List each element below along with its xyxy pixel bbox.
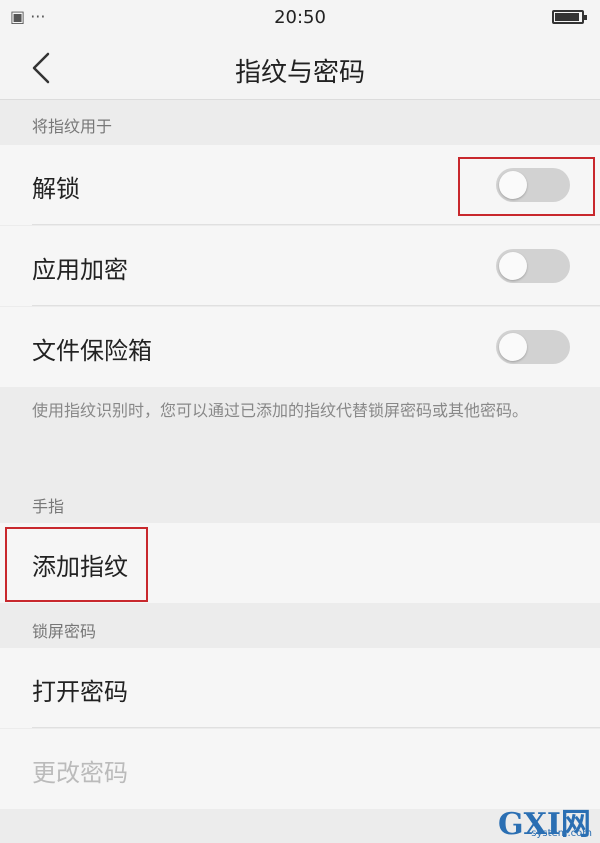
site-watermark: GXI网 system.com — [498, 799, 594, 842]
change-password-row: 更改密码 — [0, 729, 600, 809]
file-safe-toggle[interactable] — [496, 330, 570, 364]
turn-on-password-label: 打开密码 — [32, 678, 128, 706]
add-fingerprint-row[interactable]: 添加指纹 — [0, 523, 600, 603]
setting-row-unlock[interactable]: 解锁 — [0, 145, 600, 225]
battery-icon — [552, 10, 587, 24]
divider — [32, 224, 600, 225]
section-header-use-fingerprint: 将指纹用于 — [0, 101, 600, 145]
setting-row-file-safe[interactable]: 文件保险箱 — [0, 307, 600, 387]
app-encryption-toggle[interactable] — [496, 249, 570, 283]
add-fingerprint-label: 添加指纹 — [32, 553, 128, 581]
toggle-knob — [499, 252, 527, 280]
setting-label: 应用加密 — [32, 256, 128, 284]
watermark-domain: system.com — [531, 828, 592, 839]
section-header-lock-screen-password: 锁屏密码 — [0, 603, 600, 647]
status-bar: ▣ ··· 20:50 — [0, 0, 600, 36]
setting-row-app-encryption[interactable]: 应用加密 — [0, 226, 600, 306]
toggle-knob — [499, 171, 527, 199]
unlock-toggle[interactable] — [496, 168, 570, 202]
nav-bar: 指纹与密码 — [0, 36, 600, 100]
divider — [32, 305, 600, 306]
divider — [32, 727, 600, 728]
setting-label: 文件保险箱 — [32, 337, 152, 365]
turn-on-password-row[interactable]: 打开密码 — [0, 648, 600, 728]
change-password-label: 更改密码 — [32, 759, 128, 787]
toggle-knob — [499, 333, 527, 361]
page-title: 指纹与密码 — [234, 58, 365, 88]
fingerprint-note: 使用指纹识别时，您可以通过已添加的指纹代替锁屏密码或其他密码。 — [32, 401, 529, 420]
section-header-fingers: 手指 — [0, 487, 600, 523]
setting-label: 解锁 — [32, 175, 80, 203]
status-time: 20:50 — [274, 7, 326, 28]
